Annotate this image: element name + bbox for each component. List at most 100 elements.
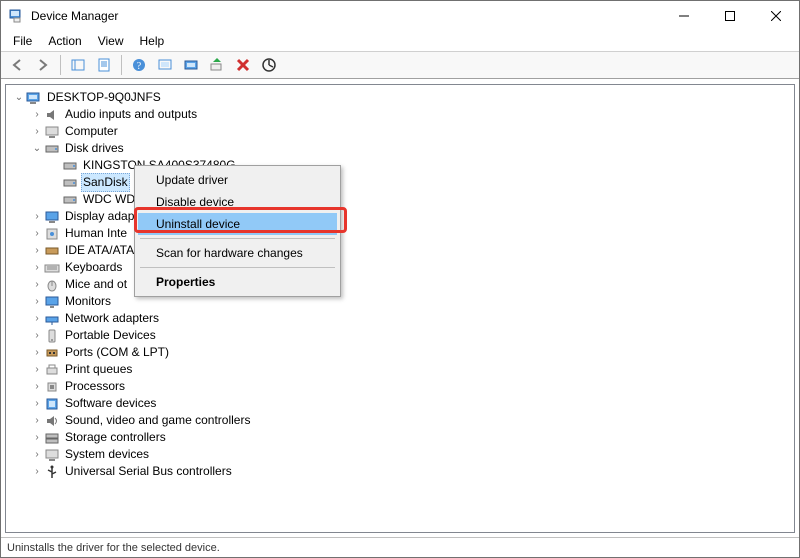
tree-category-print[interactable]: › Print queues (8, 361, 794, 378)
chevron-right-icon[interactable]: › (30, 106, 44, 123)
tree-category-hid[interactable]: › Human Inte (8, 225, 794, 242)
tree-category-usb[interactable]: › Universal Serial Bus controllers (8, 463, 794, 480)
maximize-icon (725, 11, 735, 21)
tree-disk-kingston[interactable]: KINGSTON SA400S37480G (8, 157, 794, 174)
enable-device-button[interactable] (257, 53, 281, 77)
usb-icon (44, 464, 60, 480)
chevron-right-icon[interactable]: › (30, 242, 44, 259)
window-buttons (661, 1, 799, 31)
tree-category-portable[interactable]: › Portable Devices (8, 327, 794, 344)
properties-icon (97, 58, 111, 72)
storage-icon (44, 430, 60, 446)
scan-hardware-button[interactable] (179, 53, 203, 77)
tree-disk-sandisk[interactable]: SanDisk (8, 174, 794, 191)
hid-icon (44, 226, 60, 242)
chevron-right-icon[interactable]: › (30, 327, 44, 344)
uninstall-device-toolbar-button[interactable] (231, 53, 255, 77)
tree-label: Monitors (63, 293, 113, 310)
chevron-right-icon[interactable]: › (30, 310, 44, 327)
status-text: Uninstalls the driver for the selected d… (7, 542, 220, 554)
tree-category-sound[interactable]: › Sound, video and game controllers (8, 412, 794, 429)
update-driver-button[interactable] (205, 53, 229, 77)
system-icon (44, 447, 60, 463)
tree-category-disk-drives[interactable]: ⌄ Disk drives (8, 140, 794, 157)
tree-category-mice[interactable]: › Mice and ot (8, 276, 794, 293)
chevron-right-icon[interactable]: › (30, 293, 44, 310)
chevron-right-icon[interactable]: › (30, 276, 44, 293)
device-tree: ⌄ DESKTOP-9Q0JNFS › Audio inputs and out… (6, 85, 794, 484)
tree-category-storage[interactable]: › Storage controllers (8, 429, 794, 446)
chevron-right-icon[interactable]: › (30, 395, 44, 412)
menu-help[interactable]: Help (132, 32, 173, 50)
show-hidden-button[interactable] (66, 53, 90, 77)
action-center-button[interactable] (153, 53, 177, 77)
back-button[interactable] (5, 53, 29, 77)
chevron-right-icon[interactable]: › (30, 446, 44, 463)
tree-label: SanDisk (81, 173, 130, 192)
help-toolbar-button[interactable]: ? (127, 53, 151, 77)
chevron-right-icon[interactable]: › (30, 412, 44, 429)
mouse-icon (44, 277, 60, 293)
forward-icon (36, 58, 50, 72)
tree-category-processors[interactable]: › Processors (8, 378, 794, 395)
ctx-scan-hardware[interactable]: Scan for hardware changes (138, 242, 337, 264)
tree-disk-wdc[interactable]: WDC WD (8, 191, 794, 208)
tree-label: Universal Serial Bus controllers (63, 463, 234, 480)
tree-label: Human Inte (63, 225, 129, 242)
tree-label: Audio inputs and outputs (63, 106, 199, 123)
tree-category-network[interactable]: › Network adapters (8, 310, 794, 327)
tree-category-system[interactable]: › System devices (8, 446, 794, 463)
chevron-right-icon[interactable]: › (30, 361, 44, 378)
tree-category-computer[interactable]: › Computer (8, 123, 794, 140)
software-icon (44, 396, 60, 412)
back-icon (10, 58, 24, 72)
ctx-update-driver[interactable]: Update driver (138, 169, 337, 191)
tree-category-ports[interactable]: › Ports (COM & LPT) (8, 344, 794, 361)
tree-category-audio[interactable]: › Audio inputs and outputs (8, 106, 794, 123)
chevron-right-icon[interactable]: › (30, 123, 44, 140)
content-area: ⌄ DESKTOP-9Q0JNFS › Audio inputs and out… (1, 79, 799, 537)
forward-button[interactable] (31, 53, 55, 77)
app-icon (9, 8, 25, 24)
menu-bar: File Action View Help (1, 31, 799, 51)
cpu-icon (44, 379, 60, 395)
tree-category-software[interactable]: › Software devices (8, 395, 794, 412)
chevron-right-icon[interactable]: › (30, 225, 44, 242)
chevron-right-icon[interactable]: › (30, 208, 44, 225)
maximize-button[interactable] (707, 1, 753, 31)
chevron-down-icon[interactable]: ⌄ (12, 89, 26, 106)
close-button[interactable] (753, 1, 799, 31)
ctx-disable-device[interactable]: Disable device (138, 191, 337, 213)
chevron-right-icon[interactable]: › (30, 463, 44, 480)
chevron-down-icon[interactable]: ⌄ (30, 140, 44, 157)
monitor-icon (44, 294, 60, 310)
disk-icon (44, 141, 60, 157)
tree-category-keyboards[interactable]: › Keyboards (8, 259, 794, 276)
chevron-right-icon[interactable]: › (30, 344, 44, 361)
tree-label: Disk drives (63, 140, 126, 157)
tree-label: Network adapters (63, 310, 161, 327)
chevron-right-icon[interactable]: › (30, 429, 44, 446)
tree-category-display[interactable]: › Display adap (8, 208, 794, 225)
ctx-properties[interactable]: Properties (138, 271, 337, 293)
properties-button[interactable] (92, 53, 116, 77)
device-tree-host[interactable]: ⌄ DESKTOP-9Q0JNFS › Audio inputs and out… (5, 84, 795, 533)
disk-icon (62, 158, 78, 174)
tree-category-monitors[interactable]: › Monitors (8, 293, 794, 310)
chevron-right-icon[interactable]: › (30, 378, 44, 395)
minimize-button[interactable] (661, 1, 707, 31)
uninstall-device-icon (236, 58, 250, 72)
scan-hardware-icon (184, 58, 198, 72)
ctx-uninstall-device[interactable]: Uninstall device (138, 213, 337, 235)
tree-category-ide[interactable]: › IDE ATA/ATA (8, 242, 794, 259)
menu-action[interactable]: Action (40, 32, 89, 50)
tree-root[interactable]: ⌄ DESKTOP-9Q0JNFS (8, 89, 794, 106)
menu-view[interactable]: View (90, 32, 132, 50)
menu-file[interactable]: File (5, 32, 40, 50)
tree-label: Software devices (63, 395, 158, 412)
tree-label: Display adap (63, 208, 136, 225)
svg-text:?: ? (137, 61, 142, 72)
chevron-right-icon[interactable]: › (30, 259, 44, 276)
tree-label: Keyboards (63, 259, 124, 276)
keyboard-icon (44, 260, 60, 276)
